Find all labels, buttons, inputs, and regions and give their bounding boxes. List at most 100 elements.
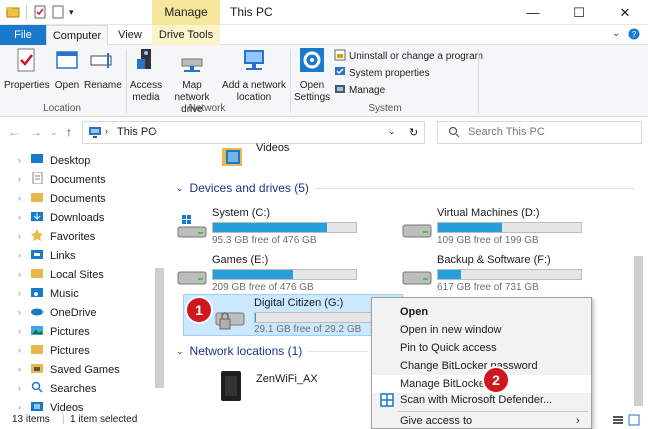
sidebar-item[interactable]: Desktop	[30, 151, 90, 170]
drive-digital-citizen-g[interactable]: Digital Citizen (G:) 29.1 GB free of 29.…	[183, 294, 403, 336]
drive-usage-fill	[213, 270, 294, 279]
expand-chevron-icon[interactable]: ›	[18, 231, 21, 241]
access-media-button[interactable]: Access media	[128, 47, 164, 104]
network-group-header[interactable]: ⌄ Network locations (1)	[176, 344, 369, 358]
back-arrow-icon[interactable]: ←	[8, 125, 20, 139]
sidebar-item[interactable]: Saved Games	[30, 360, 120, 379]
manage-button[interactable]: Manage	[334, 83, 385, 98]
videos-folder-icon[interactable]	[220, 148, 246, 171]
expand-chevron-icon[interactable]: ›	[18, 326, 21, 336]
expand-chevron-icon[interactable]: ›	[18, 269, 21, 279]
system-properties-button[interactable]: System properties	[334, 66, 430, 81]
system-group-label: System	[368, 103, 402, 114]
folder-icon	[30, 343, 44, 358]
breadcrumb-separator-icon: ›	[105, 126, 108, 136]
close-button[interactable]: ✕	[602, 0, 648, 25]
forward-arrow-icon[interactable]: →	[30, 125, 42, 139]
expand-chevron-icon[interactable]: ›	[18, 383, 21, 393]
sidebar-item[interactable]: Documents	[30, 189, 106, 208]
sidebar-item-label: Local Sites	[50, 268, 104, 281]
drive-usage-fill	[255, 313, 257, 322]
network-location-label[interactable]: ZenWiFi_AX	[256, 373, 318, 385]
quick-access-toolbar: ▾	[6, 5, 83, 19]
ribbon: Properties Open Rename Location Access m…	[0, 45, 648, 117]
system-properties-icon	[334, 66, 346, 81]
address-dropdown-icon[interactable]: ⌄	[388, 126, 396, 137]
step-badge-2: 2	[482, 366, 510, 394]
menu-item-open[interactable]: Open	[372, 303, 591, 321]
saved-games-icon	[30, 362, 44, 377]
help-icon[interactable]: ?	[628, 28, 640, 43]
sidebar-item[interactable]: Pictures	[30, 322, 90, 341]
expand-chevron-icon[interactable]: ›	[18, 174, 21, 184]
collapse-ribbon-icon[interactable]: ⌄	[612, 28, 620, 39]
new-folder-quick-icon[interactable]	[51, 5, 65, 19]
expand-chevron-icon[interactable]: ›	[18, 193, 21, 203]
onedrive-icon	[30, 305, 44, 320]
minimize-button[interactable]: —	[510, 0, 556, 25]
rename-button[interactable]: Rename	[84, 47, 122, 92]
menu-item-change-bitlocker-password[interactable]: Change BitLocker password	[372, 357, 591, 375]
nav-scrollbar[interactable]	[155, 268, 164, 388]
menu-item-pin-quick-access[interactable]: Pin to Quick access	[372, 339, 591, 357]
sidebar-item[interactable]: Downloads	[30, 208, 104, 227]
sidebar-item[interactable]: Searches	[30, 379, 96, 398]
recent-locations-icon[interactable]: ⌄	[50, 127, 58, 138]
network-group-label: Network	[188, 103, 226, 114]
expand-chevron-icon[interactable]: ›	[18, 364, 21, 374]
expand-chevron-icon[interactable]: ›	[18, 288, 21, 298]
breadcrumb-chevron-icon[interactable]: ›	[154, 126, 157, 136]
downloads-icon	[30, 210, 44, 225]
sidebar-item[interactable]: Links	[30, 246, 76, 265]
add-network-location-button[interactable]: Add a network location	[222, 47, 286, 104]
manage-icon	[334, 83, 346, 98]
content-scrollbar[interactable]	[634, 256, 643, 406]
up-arrow-icon[interactable]: ↑	[66, 125, 72, 139]
drive-games-e[interactable]: Games (E:) 209 GB free of 476 GB	[172, 250, 397, 296]
tab-drive-tools[interactable]: Drive Tools	[152, 25, 220, 45]
tab-view[interactable]: View	[112, 25, 148, 45]
devices-group-header[interactable]: ⌄ Devices and drives (5)	[176, 181, 635, 195]
search-box[interactable]: Search This PC	[437, 121, 642, 144]
maximize-button[interactable]: ☐	[556, 0, 602, 25]
sidebar-item-label: Music	[50, 287, 79, 300]
sidebar-item[interactable]: Favorites	[30, 227, 95, 246]
expand-chevron-icon[interactable]: ›	[18, 250, 21, 260]
sidebar-item-label: OneDrive	[50, 306, 97, 319]
expand-chevron-icon[interactable]: ›	[18, 307, 21, 317]
menu-item-scan-defender[interactable]: Scan with Microsoft Defender...	[372, 391, 591, 409]
collapse-chevron-icon: ⌄	[176, 345, 184, 356]
open-button[interactable]: Open	[52, 47, 82, 92]
hard-drive-icon	[401, 215, 433, 242]
details-view-icon[interactable]	[612, 414, 624, 429]
tiles-view-icon[interactable]	[628, 414, 640, 429]
sidebar-item[interactable]: Local Sites	[30, 265, 104, 284]
menu-item-open-new-window[interactable]: Open in new window	[372, 321, 591, 339]
sidebar-item[interactable]: Music	[30, 284, 79, 303]
breadcrumb-this-pc[interactable]: This PC	[117, 126, 156, 138]
properties-quick-icon[interactable]	[33, 5, 47, 19]
sidebar-item[interactable]: OneDrive	[30, 303, 96, 322]
tab-file[interactable]: File	[0, 25, 46, 45]
drive-system-c[interactable]: System (C:) 95.3 GB free of 476 GB	[172, 203, 397, 249]
sidebar-item[interactable]: Documents	[30, 170, 106, 189]
customize-quick-access-icon[interactable]: ▾	[69, 5, 83, 19]
refresh-icon[interactable]: ↻	[409, 126, 418, 139]
drive-virtual-machines-d[interactable]: Virtual Machines (D:) 109 GB free of 199…	[397, 203, 622, 249]
manage-context-tab: Manage	[152, 0, 220, 25]
selected-count: 1 item selected	[70, 414, 138, 425]
properties-button[interactable]: Properties	[4, 47, 50, 92]
documents-icon	[30, 171, 44, 187]
drive-backup-software-f[interactable]: Backup & Software (F:) 617 GB free of 73…	[397, 250, 622, 296]
expand-chevron-icon[interactable]: ›	[18, 212, 21, 222]
uninstall-program-button[interactable]: Uninstall or change a program	[334, 49, 483, 64]
menu-item-give-access[interactable]: Give access to	[372, 412, 591, 429]
expand-chevron-icon[interactable]: ›	[18, 345, 21, 355]
expand-chevron-icon[interactable]: ›	[18, 155, 21, 165]
address-box[interactable]: › This PC › ⌄ ↻	[82, 121, 425, 144]
sidebar-item[interactable]: Pictures	[30, 341, 90, 360]
open-settings-button[interactable]: Open Settings	[294, 47, 330, 104]
tab-computer[interactable]: Computer	[46, 25, 108, 46]
open-icon	[52, 47, 82, 77]
zenwifi-device-icon[interactable]	[218, 370, 244, 405]
